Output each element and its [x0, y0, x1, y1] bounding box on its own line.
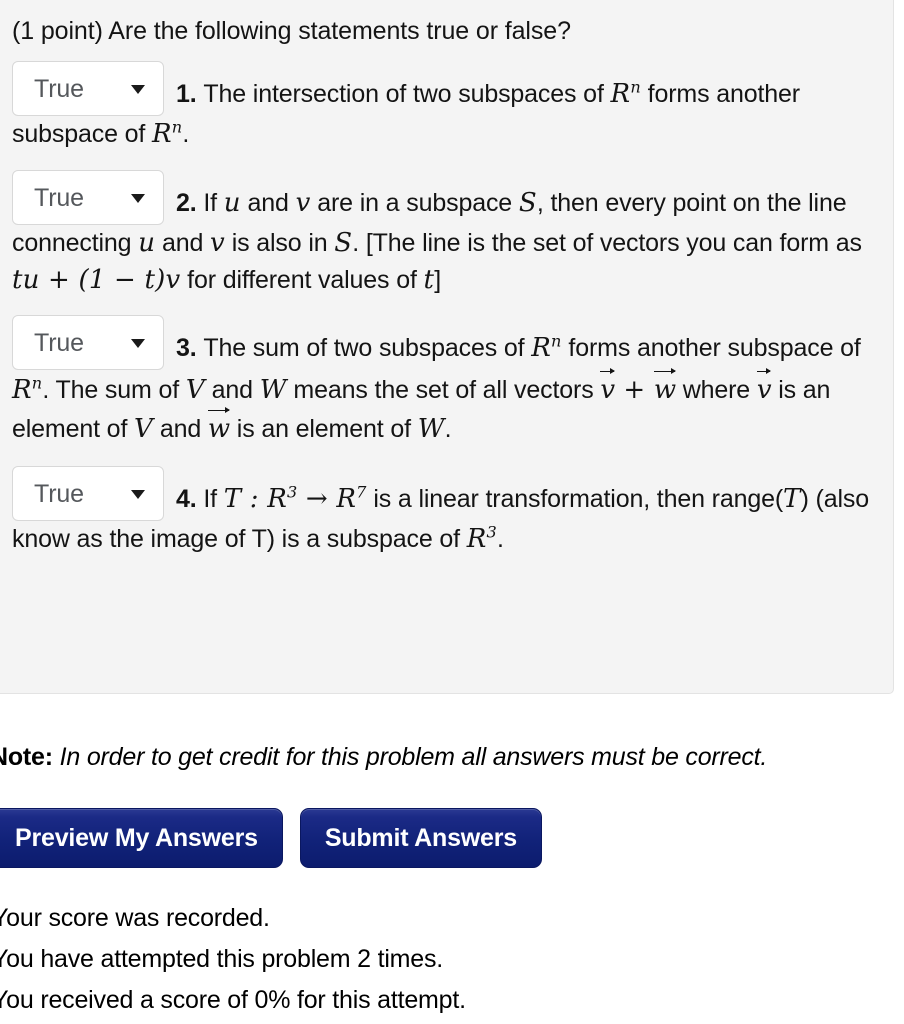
statement-1-math-rn-2: Rn: [151, 117, 183, 149]
problem-prompt: (1 point) Are the following statements t…: [12, 17, 571, 45]
note-label: Note:: [0, 743, 53, 771]
statement-4-part-2: is a linear transformation, then range(: [366, 484, 784, 513]
statement-4-math-t-2: T: [783, 483, 801, 514]
statement-1-part-1: The intersection of two subspaces of: [203, 80, 611, 108]
score-messages: Your score was recorded. You have attemp…: [0, 898, 902, 1021]
problem-card: (1 point) Are the following statements t…: [0, 0, 894, 694]
note-body: In order to get credit for this problem …: [59, 743, 768, 771]
statement-3-part-6: where: [675, 375, 757, 404]
statement-4: True 4. If T : R3 → R7 is a linear trans…: [12, 465, 881, 558]
statement-3-math-w-1: W: [259, 374, 287, 405]
statement-4-math-r3-2: R3: [466, 521, 497, 554]
score-message-line: You have attempted this problem 2 times.: [0, 945, 444, 973]
answer-select-1-value: True: [34, 75, 84, 103]
note: Note: In order to get credit for this pr…: [0, 742, 904, 772]
statement-3: True 3. The sum of two subspaces of Rn f…: [12, 314, 881, 448]
statement-3-vector-w-1: w: [653, 368, 676, 409]
statement-3-part-4: and: [204, 375, 260, 404]
statement-2-number: 2.: [176, 188, 197, 217]
statement-3-part-9: is an element of: [230, 414, 418, 443]
score-message-line: Your score was recorded.: [0, 904, 270, 932]
statement-2-part-9: ]: [434, 265, 441, 294]
statement-3-vector-w-2: w: [207, 407, 230, 448]
arrow-icon: →: [297, 483, 337, 514]
statement-3-part-5: means the set of all vectors: [286, 375, 601, 404]
statement-2-part-3: are in a subspace: [310, 188, 519, 217]
answer-select-2[interactable]: True: [12, 169, 164, 225]
button-row: Preview My Answers Submit Answers: [0, 808, 542, 868]
statement-2-math-formula: tu + (1 − t)v: [12, 264, 181, 295]
statement-2: True 2. If u and v are in a subspace S, …: [12, 169, 881, 299]
statement-3-part-2: forms another subspace of: [561, 333, 861, 362]
statement-1-part-3: .: [182, 120, 190, 148]
answer-select-4[interactable]: True: [12, 465, 164, 521]
statement-3-vector-v-2: v: [756, 368, 772, 409]
statement-2-math-u-2: u: [138, 227, 156, 258]
chevron-down-icon: [131, 489, 145, 499]
statement-3-part-8: and: [153, 414, 208, 443]
statement-1-math-rn-1: Rn: [610, 77, 641, 109]
preview-my-answers-button[interactable]: Preview My Answers: [0, 808, 283, 868]
note-space: [53, 743, 60, 771]
statement-2-math-u-1: u: [223, 187, 241, 218]
score-message-line: You received a score of 0% for this atte…: [0, 986, 466, 1014]
statement-3-part-1: The sum of two subspaces of: [203, 333, 532, 362]
statement-3-math-v-2: V: [134, 413, 154, 444]
statement-2-math-s-1: S: [518, 187, 537, 218]
chevron-down-icon: [131, 193, 145, 203]
statement-2-math-v-2: v: [210, 227, 225, 258]
statement-2-part-8: for different values of: [180, 265, 424, 294]
statement-3-part-3: . The sum of: [42, 375, 186, 404]
statement-3-number: 3.: [176, 333, 197, 362]
statement-4-number: 4.: [176, 484, 197, 513]
statement-4-math-t-1: T: [223, 483, 242, 514]
statement-4-math-r7: R7: [336, 481, 367, 514]
statement-3-plus: +: [614, 374, 654, 405]
statement-2-part-6: is also in: [224, 228, 335, 257]
statement-2-part-2: and: [240, 188, 296, 217]
statement-3-math-w-2: W: [417, 413, 445, 444]
statement-3-math-rn-1: Rn: [531, 331, 562, 363]
statement-2-math-s-2: S: [334, 227, 353, 258]
statement-1-number: 1.: [176, 80, 197, 108]
statement-4-part-4: .: [496, 524, 504, 553]
statement-4-math-colon: :: [241, 483, 268, 514]
statement-4-part-1: If: [203, 484, 224, 513]
answer-select-3[interactable]: True: [12, 314, 164, 370]
statement-3-math-rn-2: Rn: [12, 373, 43, 405]
statement-2-math-v-1: v: [295, 187, 311, 218]
statement-2-part-1: If: [203, 188, 224, 217]
statement-4-math-r3-1: R3: [267, 481, 298, 514]
chevron-down-icon: [131, 338, 145, 348]
submit-answers-button[interactable]: Submit Answers: [299, 808, 542, 868]
answer-select-2-value: True: [34, 183, 84, 212]
answer-select-4-value: True: [34, 479, 84, 508]
statement-2-part-5: and: [155, 228, 211, 257]
chevron-down-icon: [131, 85, 145, 94]
statement-1: True 1. The intersection of two subspace…: [12, 61, 881, 153]
answer-select-3-value: True: [34, 328, 84, 357]
statement-3-part-10: .: [444, 414, 452, 443]
answer-select-1[interactable]: True: [12, 61, 164, 116]
statement-3-vector-v-1: v: [600, 368, 615, 409]
statement-3-math-v-1: V: [185, 374, 205, 405]
statement-2-part-7: . [The line is the set of vectors you ca…: [352, 228, 862, 257]
statement-2-math-t: t: [423, 264, 435, 295]
